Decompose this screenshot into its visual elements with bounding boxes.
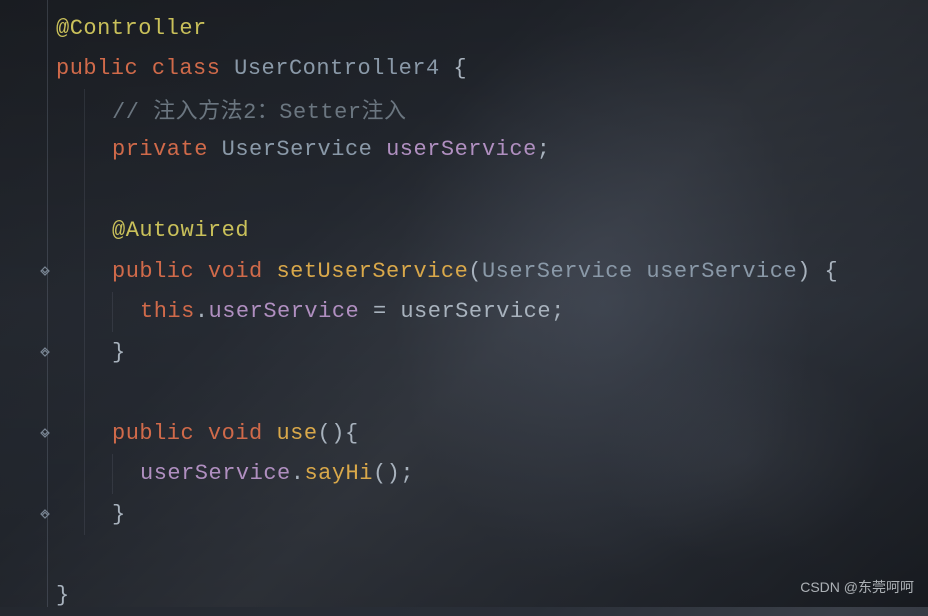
keyword: private	[112, 137, 222, 162]
keyword: public void	[112, 259, 276, 284]
semicolon: ;	[537, 137, 551, 162]
code-line[interactable]: }	[56, 332, 928, 373]
keyword: public void	[112, 421, 276, 446]
code-line[interactable]: public void use(){	[56, 413, 928, 454]
type: UserService	[222, 137, 386, 162]
fold-icon[interactable]	[38, 426, 52, 440]
annotation-autowired: @Autowired	[112, 218, 249, 243]
brace: {	[440, 56, 467, 81]
code-content[interactable]: @Controller public class UserController4…	[56, 0, 928, 607]
field: userService	[209, 299, 360, 324]
variable: userService	[400, 299, 551, 324]
code-line[interactable]: // 注入方法2：Setter注入	[56, 89, 928, 130]
fold-icon[interactable]	[38, 264, 52, 278]
code-line[interactable]: this.userService = userService;	[56, 292, 928, 333]
fold-icon[interactable]	[38, 345, 52, 359]
code-line[interactable]: @Autowired	[56, 211, 928, 252]
code-editor[interactable]: @Controller public class UserController4…	[0, 0, 928, 607]
code-line[interactable]: }	[56, 575, 928, 616]
brace-close: }	[112, 502, 126, 527]
param-name: userService	[646, 259, 797, 284]
code-line[interactable]: public class UserController4 {	[56, 49, 928, 90]
code-line[interactable]: @Controller	[56, 8, 928, 49]
code-line-blank[interactable]	[56, 373, 928, 414]
code-line-blank[interactable]	[56, 170, 928, 211]
fold-icon[interactable]	[38, 507, 52, 521]
annotation-controller: @Controller	[56, 16, 207, 41]
editor-gutter	[0, 0, 56, 607]
code-line[interactable]: private UserService userService;	[56, 130, 928, 171]
comment: // 注入方法2：Setter注入	[112, 93, 407, 125]
code-line[interactable]: }	[56, 494, 928, 535]
paren-close: ) {	[797, 259, 838, 284]
code-line[interactable]: public void setUserService(UserService u…	[56, 251, 928, 292]
keyword: public class	[56, 56, 234, 81]
code-line[interactable]: userService.sayHi();	[56, 454, 928, 495]
watermark: CSDN @东莞呵呵	[800, 577, 914, 597]
method-name: use	[276, 421, 317, 446]
brace-close: }	[112, 340, 126, 365]
brace-close: }	[56, 583, 70, 608]
param-type: UserService	[482, 259, 633, 284]
keyword-this: this	[140, 299, 195, 324]
code-line-blank[interactable]	[56, 535, 928, 576]
method-call: sayHi	[304, 461, 373, 486]
paren-open: (	[468, 259, 482, 284]
field: userService	[386, 137, 537, 162]
class-name: UserController4	[234, 56, 440, 81]
field: userService	[140, 461, 291, 486]
method-name: setUserService	[276, 259, 468, 284]
